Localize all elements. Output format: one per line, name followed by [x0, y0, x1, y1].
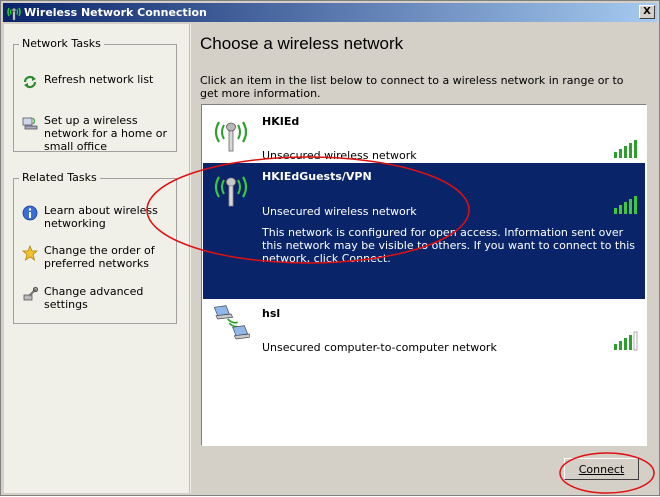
network-tasks-panel: Network Tasks Refresh network list Set u… — [13, 37, 177, 153]
change-order-label: Change the order of preferred networks — [44, 244, 155, 270]
network-list[interactable]: HKIEd Unsecured wireless network HKIEdGu… — [201, 104, 647, 446]
window-title: Wireless Network Connection — [24, 6, 207, 19]
related-tasks-title: Related Tasks — [19, 171, 100, 184]
close-icon: X — [643, 6, 651, 17]
related-tasks-panel: Related Tasks Learn about wireless netwo… — [13, 171, 177, 324]
change-advanced-settings-label: Change advanced settings — [44, 285, 144, 311]
title-bar[interactable]: Wireless Network Connection X — [3, 3, 657, 22]
change-order-link[interactable]: Change the order of preferred networks — [22, 244, 174, 270]
signal-strength-icon — [614, 140, 637, 158]
refresh-icon — [23, 75, 37, 89]
wireless-icon — [7, 7, 21, 20]
task-sidebar: Network Tasks Refresh network list Set u… — [4, 24, 190, 493]
info-icon — [22, 205, 38, 221]
network-tasks-title: Network Tasks — [19, 37, 104, 50]
access-point-icon — [214, 121, 248, 152]
star-icon — [22, 245, 38, 261]
connect-button-label: Connect — [578, 462, 625, 476]
settings-icon — [23, 286, 38, 301]
main-panel: Choose a wireless network Click an item … — [191, 24, 656, 493]
refresh-network-list-link[interactable]: Refresh network list — [22, 73, 174, 90]
network-description: This network is configured for open acce… — [262, 226, 636, 265]
page-title: Choose a wireless network — [200, 34, 404, 53]
network-item-hkied[interactable]: HKIEd Unsecured wireless network — [203, 106, 645, 162]
signal-strength-icon — [614, 196, 637, 214]
access-point-icon — [214, 176, 248, 207]
wireless-network-window: Wireless Network Connection X Network Ta… — [0, 0, 660, 496]
network-name: HKIEdGuests/VPN — [262, 170, 372, 183]
close-button[interactable]: X — [639, 5, 655, 19]
network-status: Unsecured computer-to-computer network — [262, 341, 497, 354]
network-name: HKIEd — [262, 115, 300, 128]
connect-button[interactable]: Connect — [564, 458, 639, 480]
setup-wireless-icon — [22, 117, 38, 130]
network-item-hkiedguests-vpn[interactable]: HKIEdGuests/VPN Unsecured wireless netwo… — [203, 163, 645, 299]
refresh-network-list-label: Refresh network list — [44, 73, 154, 86]
network-name: hsl — [262, 307, 281, 320]
computer-to-computer-icon — [213, 305, 250, 340]
network-status: Unsecured wireless network — [262, 149, 417, 162]
network-status: Unsecured wireless network — [262, 205, 417, 218]
change-advanced-settings-link[interactable]: Change advanced settings — [22, 285, 174, 311]
network-item-hsl[interactable]: hsl Unsecured computer-to-computer netwo… — [203, 300, 645, 358]
signal-strength-icon — [614, 331, 638, 351]
setup-wireless-network-label: Set up a wireless network for a home or … — [44, 114, 167, 153]
setup-wireless-network-link[interactable]: Set up a wireless network for a home or … — [22, 114, 174, 153]
intro-text: Click an item in the list below to conne… — [200, 74, 624, 100]
learn-wireless-label: Learn about wireless networking — [44, 204, 158, 230]
learn-wireless-link[interactable]: Learn about wireless networking — [22, 204, 174, 230]
window-client-area: Network Tasks Refresh network list Set u… — [4, 24, 656, 493]
